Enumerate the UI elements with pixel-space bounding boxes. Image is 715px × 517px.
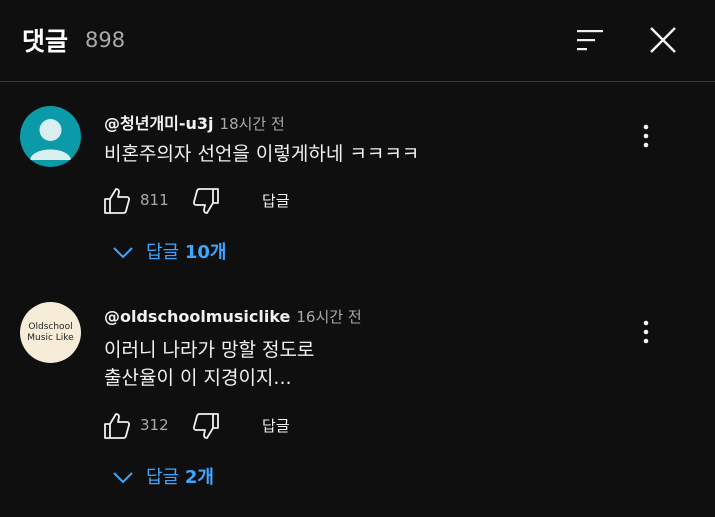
comment-author[interactable]: @oldschoolmusiclike 16시간 전 (104, 306, 362, 327)
thumbs-down-icon (192, 413, 219, 439)
avatar[interactable]: Oldschool Music Like (20, 302, 81, 363)
chevron-down-icon (113, 247, 133, 259)
like-count: 312 (140, 416, 169, 434)
avatar[interactable] (20, 106, 81, 167)
dislike-button[interactable] (191, 411, 221, 445)
thumbs-up-icon (104, 413, 131, 439)
reply-button[interactable]: 답글 (262, 190, 290, 211)
comments-title: 댓글 (22, 27, 69, 56)
more-options-button[interactable] (632, 122, 660, 150)
reply-button[interactable]: 답글 (262, 415, 290, 436)
close-button[interactable] (643, 20, 683, 60)
default-avatar-icon (30, 119, 71, 160)
sort-icon (577, 30, 603, 51)
comment-text: 비혼주의자 선언을 이렇게하네 ㅋㅋㅋㅋ (104, 143, 420, 165)
comments-header: 댓글 898 (0, 0, 715, 82)
replies-label[interactable]: 답글 (146, 467, 179, 488)
chevron-down-icon (113, 472, 133, 484)
like-count: 811 (140, 191, 169, 209)
author-name[interactable]: @oldschoolmusiclike (104, 307, 290, 326)
comment-author[interactable]: @청년개미-u3j 18시간 전 (104, 110, 285, 134)
replies-count[interactable]: 10개 (185, 242, 227, 263)
comment-time[interactable]: 16시간 전 (296, 308, 361, 326)
view-replies-button[interactable]: 답글 2개 (112, 463, 214, 489)
close-icon (650, 27, 676, 53)
more-vertical-icon (643, 320, 649, 344)
more-vertical-icon (643, 124, 649, 148)
comments-count: 898 (85, 28, 126, 52)
replies-label[interactable]: 답글 (146, 242, 179, 263)
author-name[interactable]: @청년개미-u3j (104, 114, 214, 133)
comment-text: 이러니 나라가 망할 정도로 출산율이 이 지경이지... (104, 339, 315, 389)
more-options-button[interactable] (632, 318, 660, 346)
avatar-logo-text: Oldschool Music Like (27, 322, 74, 343)
view-replies-button[interactable]: 답글 10개 (112, 238, 226, 264)
like-button[interactable] (102, 186, 132, 220)
thumbs-down-icon (192, 188, 219, 214)
comment-time[interactable]: 18시간 전 (220, 115, 285, 133)
dislike-button[interactable] (191, 186, 221, 220)
thumbs-up-icon (104, 188, 131, 214)
like-button[interactable] (102, 411, 132, 445)
sort-button[interactable] (570, 20, 610, 60)
replies-count[interactable]: 2개 (185, 467, 214, 488)
